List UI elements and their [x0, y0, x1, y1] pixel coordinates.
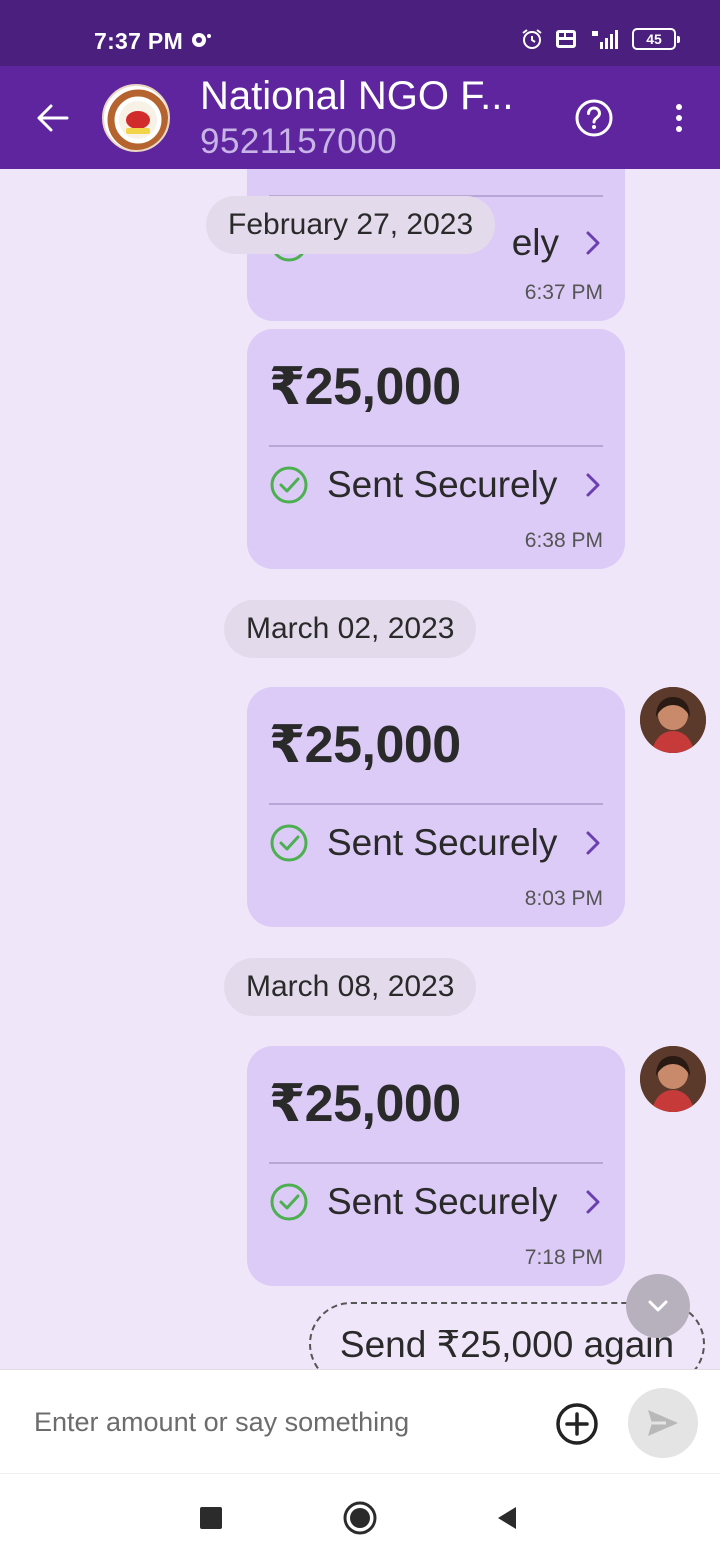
contact-phone: 9521157000 [200, 122, 398, 161]
message-time: 7:18 PM [524, 1246, 603, 1269]
scroll-to-bottom-button[interactable] [626, 1274, 690, 1338]
bubble-divider [269, 1162, 603, 1164]
arrow-back-icon [37, 104, 69, 132]
status-time: 7:37 PM [94, 28, 184, 54]
message-time: 6:38 PM [524, 529, 603, 552]
add-circle-icon[interactable] [554, 1401, 600, 1447]
sent-status-row[interactable]: Sent Securely [269, 463, 603, 507]
payment-amount: ₹25,000 [269, 358, 461, 416]
more-options-button[interactable] [664, 98, 694, 138]
send-icon [648, 1410, 678, 1436]
check-circle-icon [270, 1183, 308, 1221]
payment-amount: ₹25,000 [269, 716, 461, 774]
user-photo-icon [640, 687, 706, 753]
chevron-right-icon [586, 831, 600, 855]
battery-icon: 45 [632, 28, 680, 50]
help-icon[interactable] [574, 98, 614, 138]
dot [676, 115, 682, 121]
ngo-logo-icon [106, 88, 168, 150]
back-button[interactable] [30, 96, 74, 140]
bubble-divider [269, 445, 603, 447]
recents-button[interactable] [200, 1507, 222, 1529]
signal-4g-icon [592, 30, 618, 49]
check-circle-icon [270, 466, 308, 504]
status-bar: 7:37 PM 45 [0, 0, 720, 66]
volte-icon [556, 30, 576, 48]
nav-back-button[interactable] [496, 1505, 518, 1531]
message-composer [0, 1369, 720, 1473]
send-button[interactable] [628, 1388, 698, 1458]
message-time: 8:03 PM [524, 887, 603, 910]
payment-bubble[interactable]: ₹25,000 Sent Securely 7:18 PM [247, 1046, 625, 1286]
bubble-divider [269, 803, 603, 805]
chevron-right-icon [586, 473, 600, 497]
date-separator: March 02, 2023 [224, 600, 477, 658]
chevron-right-icon [586, 1190, 600, 1214]
user-avatar [640, 687, 706, 753]
chat-header: National NGO F... 9521157000 [0, 66, 720, 169]
sent-status-label: Sent Securely [327, 464, 558, 505]
dot [676, 104, 682, 110]
payment-bubble[interactable]: ₹25,000 Sent Securely 8:03 PM [247, 687, 625, 927]
user-photo-icon [640, 1046, 706, 1112]
dot [676, 126, 682, 132]
notification-icon [192, 33, 211, 47]
alarm-icon [522, 29, 542, 49]
sent-status-label: Sent Securely [327, 822, 558, 863]
system-nav-bar [0, 1473, 720, 1560]
sent-status-label: Sent Securely [327, 1181, 558, 1222]
check-circle-icon [270, 824, 308, 862]
sent-status-row[interactable]: Sent Securely [269, 1180, 603, 1224]
message-time: 6:37 PM [524, 281, 603, 304]
amount-message-input[interactable] [34, 1398, 534, 1446]
chevron-right-icon [586, 231, 600, 255]
sent-status-row[interactable]: Sent Securely [269, 821, 603, 865]
status-icons: 45 [520, 27, 680, 51]
chat-area[interactable]: ely 6:37 PM February 27, 2023 ₹25,000 Se… [0, 169, 720, 1369]
user-avatar [640, 1046, 706, 1112]
battery-level: 45 [646, 31, 662, 47]
contact-avatar[interactable] [102, 84, 170, 152]
chevron-down-icon [648, 1300, 668, 1312]
date-separator: February 27, 2023 [206, 196, 496, 254]
payment-bubble[interactable]: ₹25,000 Sent Securely 6:38 PM [247, 329, 625, 569]
home-button[interactable] [343, 1501, 377, 1535]
contact-name[interactable]: National NGO F... [200, 74, 513, 119]
payment-amount: ₹25,000 [269, 1075, 461, 1133]
date-separator: March 08, 2023 [224, 958, 477, 1016]
